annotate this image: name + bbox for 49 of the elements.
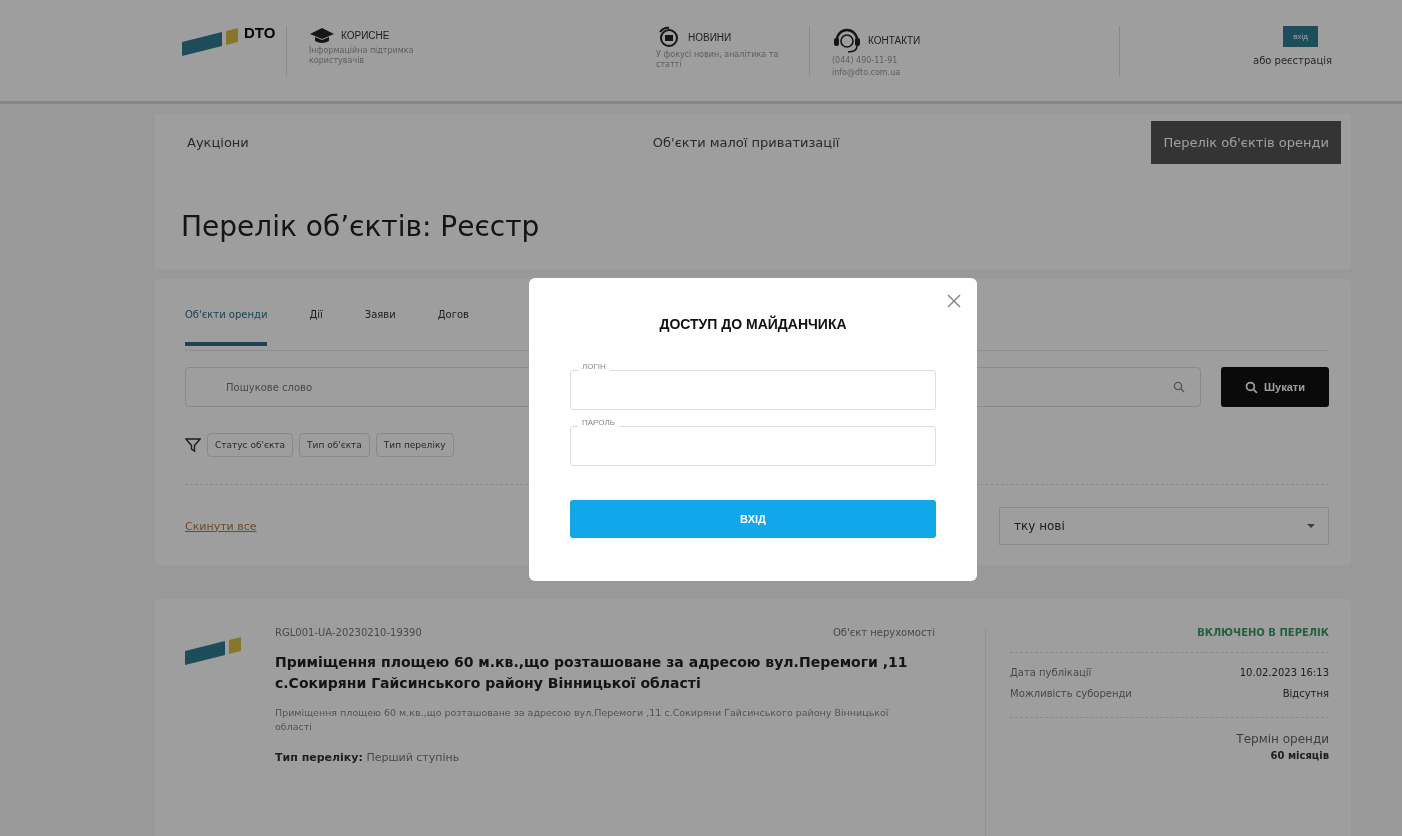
page-title: Перелік об’єктів: Реєстр: [181, 209, 540, 243]
headset-icon: [832, 26, 862, 54]
caret-icon: [1306, 523, 1316, 529]
login-button[interactable]: вхід: [1283, 26, 1318, 47]
input-field[interactable]: [570, 426, 936, 466]
logo-text: DTO: [244, 24, 276, 41]
nav-tab[interactable]: Перелік об'єктів оренди: [1151, 120, 1341, 164]
tab[interactable]: Догов: [437, 287, 469, 346]
object-type: Об'єкт нерухомості: [832, 627, 935, 638]
field-label: ПАРОЛЬ: [578, 418, 619, 427]
header-link[interactable]: КОРИСНЕ: [341, 29, 390, 41]
list-type-label: Тип переліку:: [275, 750, 363, 764]
header-link-subtitle: У фокусі новин, аналітика та статті: [656, 50, 780, 70]
filter-chip[interactable]: Статус об'єкта: [207, 433, 294, 457]
fact-value: 10.02.2023 16:13: [1239, 667, 1329, 678]
object-id: RGL001-UA-20230210-19390: [275, 627, 422, 638]
input-field[interactable]: [570, 370, 936, 410]
fact-label: Можливість суборенди: [1010, 688, 1132, 699]
header-link[interactable]: КОНТАКТИ: [868, 34, 921, 46]
close-icon[interactable]: [947, 294, 961, 308]
filter-chip[interactable]: Тип об'єкта: [299, 433, 370, 457]
header-link-subtitle: info@dto.com.ua: [832, 67, 902, 78]
search-icon: [1173, 381, 1185, 393]
tab[interactable]: Дії: [309, 287, 323, 346]
register-link[interactable]: або реєстрація: [1253, 55, 1332, 66]
fact-label: Дата публікації: [1010, 667, 1092, 678]
header-link[interactable]: НОВИНИ: [688, 31, 732, 43]
header-link-subtitle: (044) 490-11-91: [832, 56, 899, 66]
sort-dropdown[interactable]: тку нові: [999, 507, 1329, 545]
search-button[interactable]: Шукати: [1221, 367, 1329, 407]
tab[interactable]: Об'єкти оренди: [185, 287, 268, 346]
nav-tab[interactable]: Об'єкти малої приватизації: [640, 120, 852, 164]
term-label: Термін оренди: [1236, 732, 1329, 746]
dialog-title: ДОСТУП ДО МАЙДАНЧИКА: [658, 316, 848, 332]
term-value: 60 місяців: [1270, 750, 1329, 761]
search-icon: [1245, 380, 1258, 394]
header-link-subtitle: Інформаційна підтримка користувачів: [309, 46, 415, 66]
object-title[interactable]: Приміщення площею 60 м.кв.,що розташоване за адресою вул.Перемоги ,11 с.Сокиряни Гайсинського району Вінницької області: [275, 652, 935, 694]
nav-tab[interactable]: Аукціони: [175, 120, 261, 164]
status-label: ВКЛЮЧЕНО В ПЕРЕЛІК: [1010, 627, 1329, 653]
filter-chip[interactable]: Тип переліку: [375, 433, 454, 457]
filter-icon: [185, 437, 201, 453]
fact-value: Відсутня: [1282, 688, 1329, 699]
list-type-value: Перший ступінь: [366, 750, 460, 764]
reset-link[interactable]: Скинути все: [185, 519, 257, 533]
object-description: Приміщення площею 60 м.кв.,що розташоване за адресою вул.Перемоги ,11 с.Сокиряни Гайсинського району Вінницької області: [275, 706, 890, 735]
field-label: ЛОГІН: [578, 362, 610, 371]
tab[interactable]: Заяви: [364, 287, 396, 346]
graduation-cap-icon: [309, 26, 335, 44]
